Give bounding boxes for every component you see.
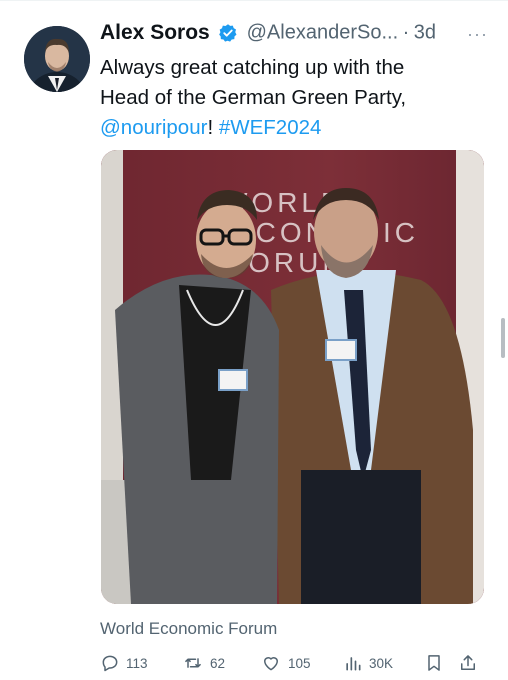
tweet-text: Always great catching up with the Head o… — [100, 53, 490, 143]
author-name[interactable]: Alex Soros — [100, 21, 210, 44]
share-button[interactable] — [458, 650, 484, 676]
separator-dot: · — [402, 21, 410, 44]
hashtag-link[interactable]: #WEF2024 — [219, 116, 322, 139]
tweet-text-line-2: Head of the German Green Party, — [100, 86, 407, 109]
author-handle[interactable]: @AlexanderSo... — [247, 22, 399, 44]
tweet-header: Alex Soros @AlexanderSo... · 3d — [100, 21, 490, 51]
like-button[interactable]: 105 — [260, 650, 311, 676]
bookmark-button[interactable] — [424, 650, 450, 676]
avatar[interactable] — [24, 26, 90, 92]
retweet-button[interactable]: 62 — [182, 650, 225, 676]
photo-source-label[interactable]: World Economic Forum — [100, 619, 277, 639]
retweet-count: 62 — [210, 655, 226, 671]
reply-icon — [102, 655, 118, 672]
more-options-icon[interactable]: ··· — [467, 24, 488, 45]
bookmark-icon — [428, 655, 440, 671]
views-chart-icon — [346, 657, 361, 671]
photo-illustration: WORLD ECONOMIC FORUM — [101, 150, 484, 604]
tweet-timestamp[interactable]: 3d — [414, 22, 436, 44]
heart-icon — [264, 657, 278, 671]
views-count: 30K — [369, 655, 394, 671]
tweet-text-line-1: Always great catching up with the — [100, 56, 405, 79]
verified-badge-icon — [218, 23, 238, 43]
top-divider — [0, 0, 508, 1]
scrollbar-thumb[interactable] — [501, 318, 505, 358]
avatar-image — [24, 26, 90, 92]
tweet-photo[interactable]: WORLD ECONOMIC FORUM — [101, 150, 484, 604]
exclamation-text: ! — [207, 116, 214, 139]
mention-link[interactable]: @nouripour — [100, 116, 207, 139]
retweet-icon — [185, 658, 201, 668]
share-icon — [461, 655, 475, 670]
like-count: 105 — [288, 655, 311, 671]
views-button[interactable]: 30K — [343, 650, 393, 676]
reply-button[interactable]: 113 — [100, 650, 148, 676]
reply-count: 113 — [126, 655, 148, 671]
tweet-action-bar: 113 62 105 30K — [100, 650, 488, 676]
